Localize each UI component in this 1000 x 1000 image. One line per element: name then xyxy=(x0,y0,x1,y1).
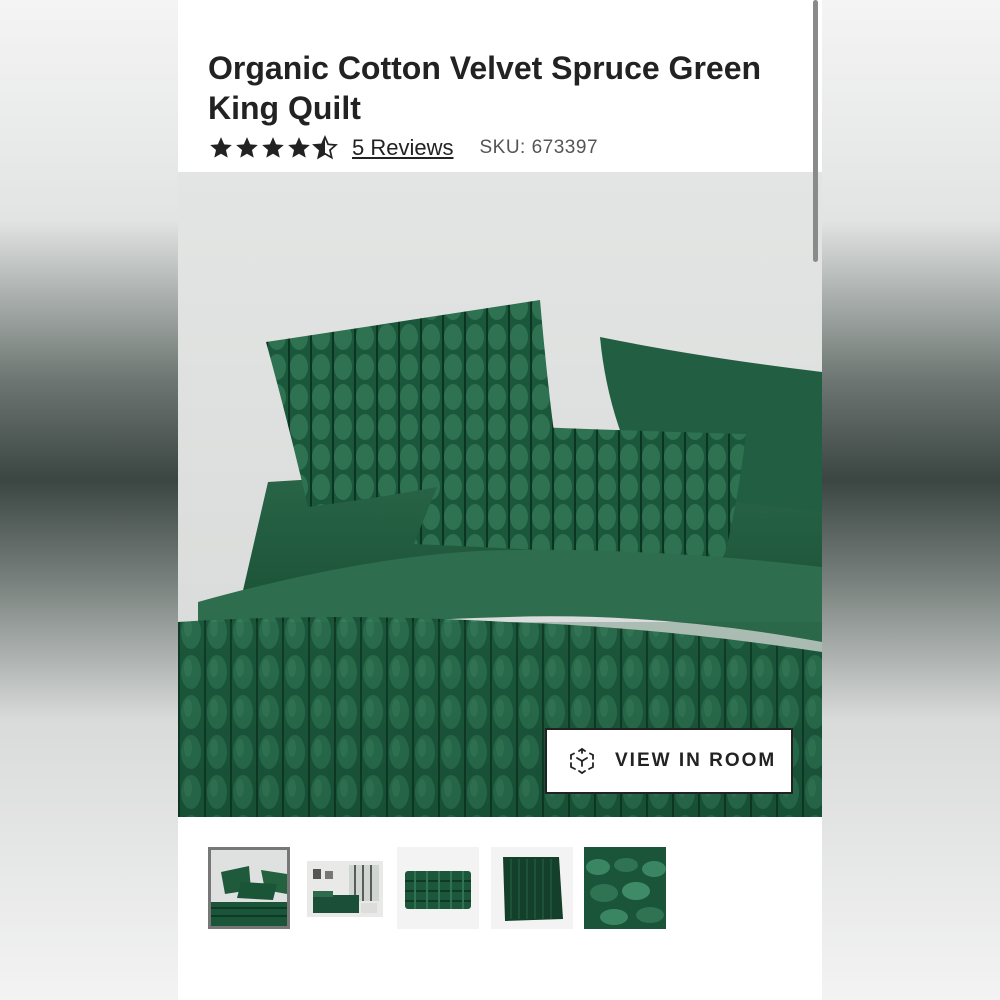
thumbnail-flat-quilt[interactable] xyxy=(491,847,573,929)
star-half-icon xyxy=(312,135,338,160)
thumbnail-velvet-texture[interactable] xyxy=(584,847,666,929)
blurred-background-left xyxy=(0,0,178,1000)
reviews-link[interactable]: 5 Reviews xyxy=(352,135,453,161)
view-in-room-button[interactable]: VIEW IN ROOM xyxy=(545,728,793,794)
scrollbar[interactable] xyxy=(813,0,818,262)
thumbnail-bed-closeup[interactable] xyxy=(208,847,290,929)
star-full-icon xyxy=(236,137,258,158)
blurred-background-right xyxy=(822,0,1000,1000)
star-rating xyxy=(208,135,338,161)
star-full-icon xyxy=(262,137,284,158)
quilt-bed-photo xyxy=(178,172,822,817)
star-full-icon xyxy=(288,137,310,158)
product-hero-image[interactable]: VIEW IN ROOM xyxy=(178,172,822,817)
product-title: Organic Cotton Velvet Spruce Green King … xyxy=(208,50,762,126)
thumbnail-folded-quilt[interactable] xyxy=(397,847,479,929)
star-full-icon xyxy=(210,137,232,158)
view-in-room-label: VIEW IN ROOM xyxy=(615,750,777,771)
sku-label: SKU: 673397 xyxy=(479,137,599,158)
product-page: Organic Cotton Velvet Spruce Green King … xyxy=(178,0,822,1000)
thumbnail-bedroom-scene[interactable] xyxy=(303,847,385,929)
rating-row: 5 Reviews SKU: 673397 xyxy=(208,132,598,164)
ar-cube-icon xyxy=(570,748,594,774)
